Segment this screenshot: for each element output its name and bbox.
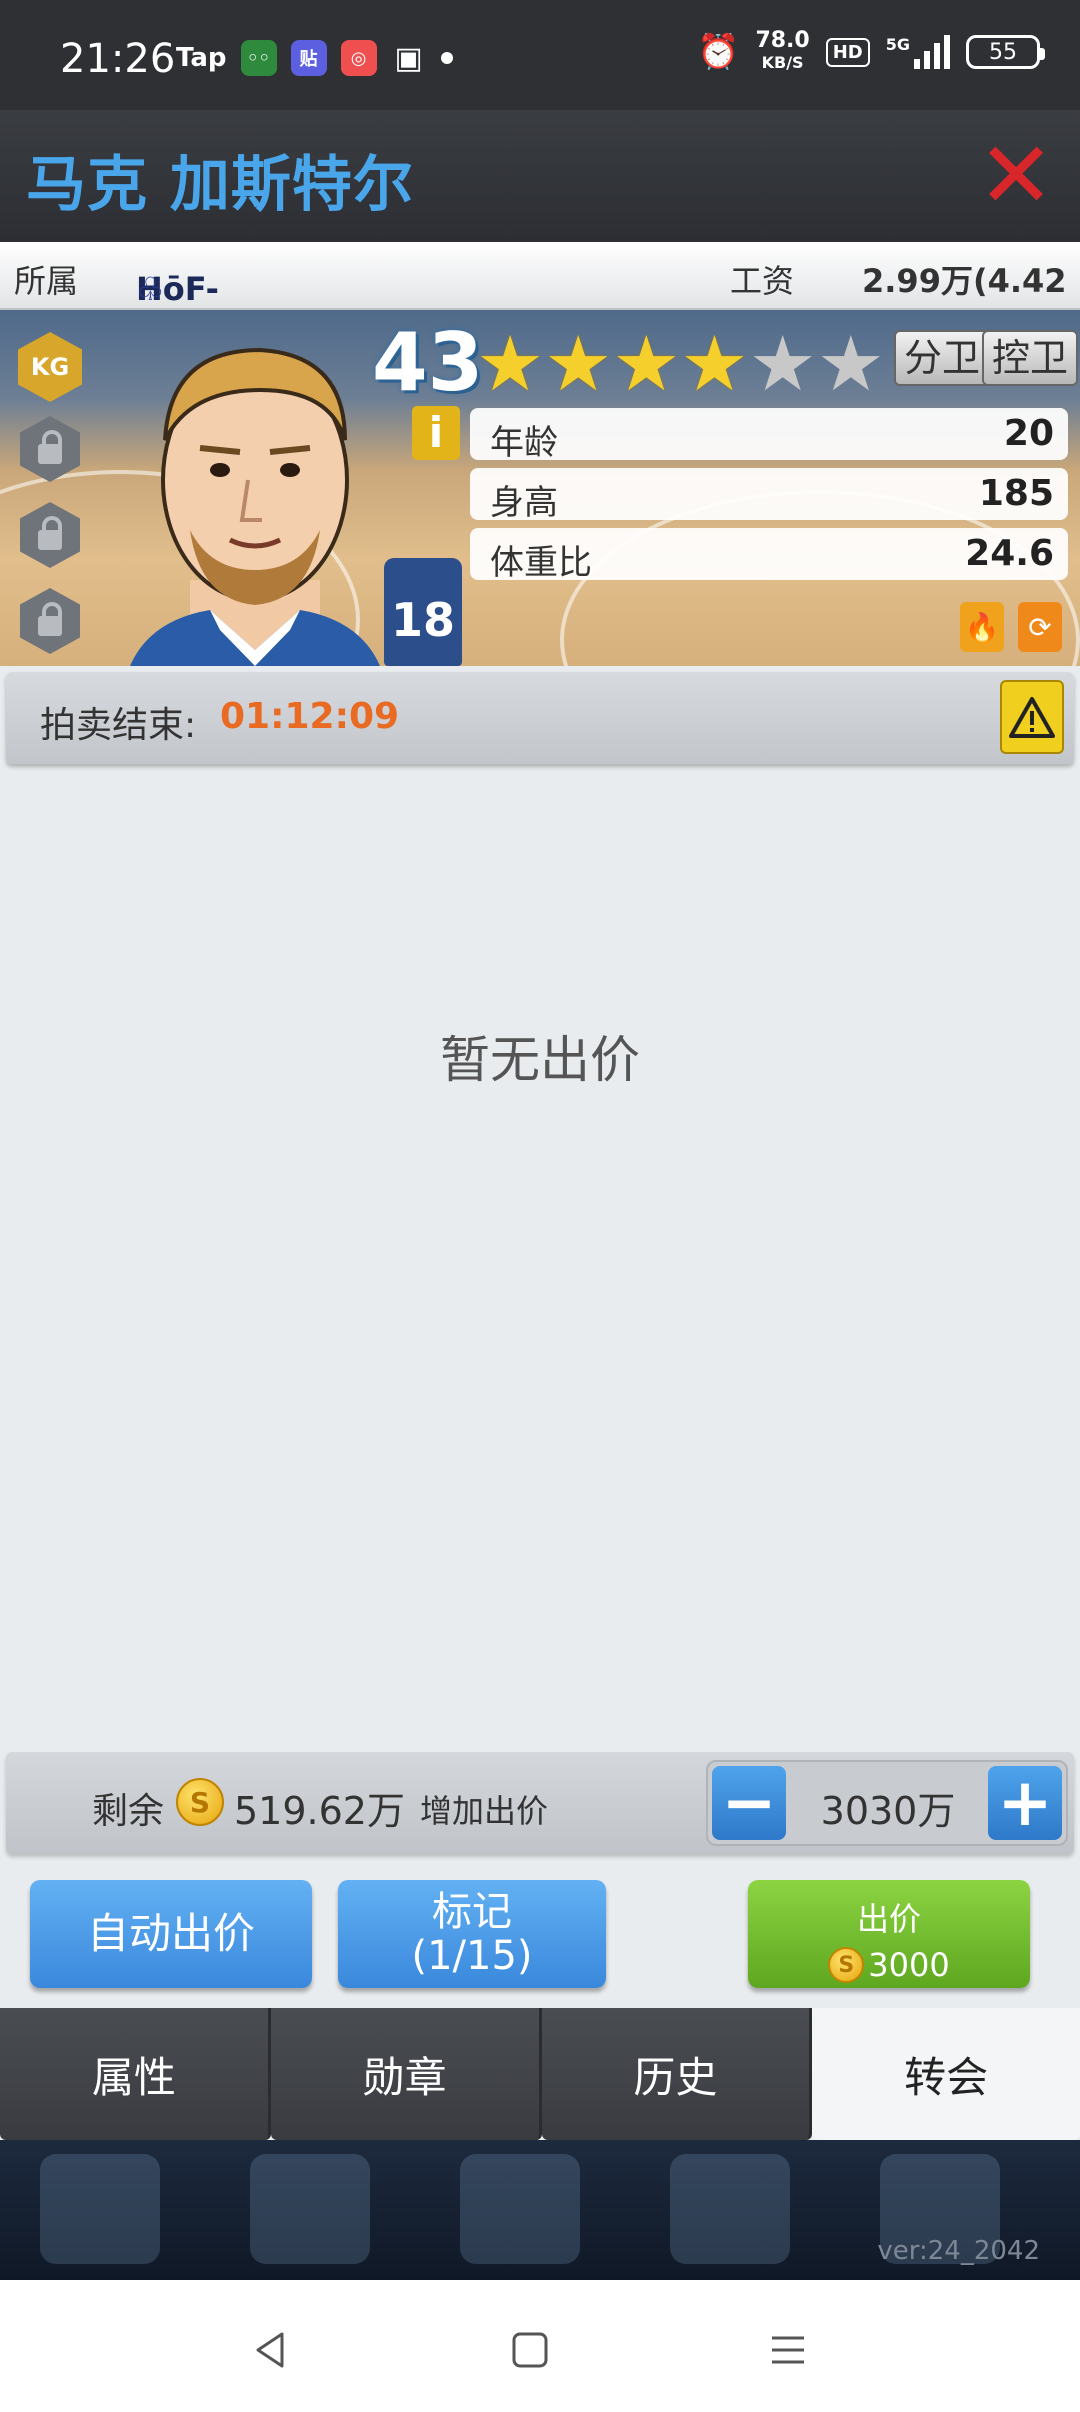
system-navigation-bar <box>0 2280 1080 2412</box>
club-icon: ♧ <box>136 270 165 308</box>
refresh-icon[interactable]: ⟳ <box>1018 602 1062 652</box>
bid-cost: S 3000 <box>748 1946 1030 1984</box>
menu-icon <box>772 2336 804 2364</box>
network-speed-value: 78.0 <box>755 28 810 53</box>
stat-value: 20 <box>1003 413 1054 454</box>
position-badge-sg: 分卫 <box>894 330 991 386</box>
battery-icon: 55 <box>966 35 1045 69</box>
tab-history[interactable]: 历史 <box>541 2008 813 2140</box>
bid-control-row: 剩余 S 519.62万 增加出价 − 3030万 + <box>6 1752 1074 1854</box>
warning-icon <box>1009 697 1055 738</box>
alarm-icon: ⏰ <box>697 32 740 72</box>
jersey-number: 18 <box>384 558 462 666</box>
close-button[interactable]: ✕ <box>976 130 1056 222</box>
back-button[interactable] <box>242 2320 302 2380</box>
star-filled-icon: ★ <box>680 319 749 408</box>
xiaohongshu-icon: ◎ <box>340 40 377 76</box>
star-filled-icon: ★ <box>612 319 681 408</box>
mark-label: 标记 <box>432 1889 512 1935</box>
signal-bars <box>914 35 950 69</box>
star-filled-icon: ★ <box>544 319 613 408</box>
player-tabs: 属性 勋章 历史 转会 <box>0 2008 1080 2140</box>
home-button[interactable] <box>500 2320 560 2380</box>
nav-ghost-icon <box>250 2154 370 2264</box>
coin-icon: S <box>176 1778 224 1826</box>
bid-label: 出价 <box>856 1900 921 1938</box>
increase-bid-button[interactable]: + <box>988 1766 1062 1840</box>
game-bottom-nav: ver:24_2042 <box>0 2140 1080 2280</box>
status-bar: 21:26 Tap ◦◦ 贴 ◎ ▣ ⏰ 78.0 KB/S HD 5G 55 <box>0 0 1080 110</box>
nav-ghost-icon <box>460 2154 580 2264</box>
signal-type: 5G <box>885 35 910 54</box>
stat-label: 身高 <box>490 483 558 523</box>
affiliation-label: 所属 <box>14 262 79 300</box>
hd-icon: HD <box>825 37 870 67</box>
tap-app-icon: Tap <box>176 43 227 73</box>
bid-amount-value: 3030万 <box>820 1789 956 1833</box>
mark-button[interactable]: 标记 (1/15) <box>338 1880 606 1988</box>
signal-icon: 5G <box>886 35 950 69</box>
remaining-funds-label: 剩余 <box>92 1791 165 1832</box>
tab-medals[interactable]: 勋章 <box>270 2008 542 2140</box>
system-status-icons: ⏰ 78.0 KB/S HD 5G 55 <box>697 30 1045 74</box>
auction-bar: 拍卖结束: 01:12:09 <box>6 672 1074 764</box>
tab-transfer[interactable]: 转会 <box>812 2008 1080 2140</box>
stat-row-height: 身高 185 <box>470 468 1068 523</box>
stat-value: 24.6 <box>965 533 1054 574</box>
position-badge-pg: 控卫 <box>982 330 1079 386</box>
star-empty-icon: ★ <box>748 319 817 408</box>
stat-row-age: 年龄 20 <box>470 408 1068 463</box>
star-rating: ★ ★ ★ ★ ★ ★ <box>476 326 885 402</box>
remaining-funds-value: 519.62万 <box>234 1789 405 1833</box>
fire-icon[interactable]: 🔥 <box>960 602 1004 652</box>
badge-label: KG <box>30 353 70 381</box>
player-avatar <box>130 347 380 666</box>
title-bar: 马克 加斯特尔 ✕ <box>0 110 1080 242</box>
recents-button[interactable] <box>758 2320 818 2380</box>
close-icon: ✕ <box>977 122 1055 229</box>
auction-end-label: 拍卖结束: <box>40 705 197 746</box>
wechat-pay-icon: ◦◦ <box>240 40 277 76</box>
coin-icon: S <box>828 1947 865 1983</box>
player-info-button[interactable]: i <box>412 406 460 460</box>
report-warning-button[interactable] <box>1000 680 1064 754</box>
place-bid-button[interactable]: 出价 S 3000 <box>748 1880 1030 1988</box>
tab-attributes[interactable]: 属性 <box>0 2008 271 2140</box>
no-bids-message: 暂无出价 <box>440 1031 640 1089</box>
notification-icons: Tap ◦◦ 贴 ◎ ▣ <box>176 40 453 76</box>
mark-count: (1/15) <box>411 1933 533 1979</box>
bid-amount-stepper: − 3030万 + <box>706 1760 1068 1846</box>
more-notifications-dot <box>440 52 453 64</box>
network-speed: 78.0 KB/S <box>755 30 809 74</box>
version-label: ver:24_2042 <box>877 2236 1040 2266</box>
bilibili-icon: ▣ <box>394 40 423 76</box>
stat-value: 185 <box>978 473 1054 514</box>
home-icon <box>512 2332 548 2368</box>
decrease-bid-button[interactable]: − <box>712 1766 786 1840</box>
auto-bid-button[interactable]: 自动出价 <box>30 1880 312 1988</box>
network-speed-unit: KB/S <box>761 53 804 72</box>
status-time: 21:26 <box>60 36 176 82</box>
player-rating: 43 <box>372 316 484 409</box>
star-empty-icon: ★ <box>816 319 885 408</box>
player-name-title: 马克 加斯特尔 <box>26 150 414 220</box>
star-filled-icon: ★ <box>476 319 545 408</box>
stat-label: 年龄 <box>490 423 558 463</box>
stat-label: 体重比 <box>490 543 592 583</box>
nav-ghost-icon <box>670 2154 790 2264</box>
stat-row-weight-ratio: 体重比 24.6 <box>470 528 1068 583</box>
salary-label: 工资 <box>730 262 795 300</box>
player-info-row: 所属 HōF-Bob♧ 工资 2.99万(4.42万) <box>0 242 1080 346</box>
nav-ghost-icon <box>40 2154 160 2264</box>
tieba-icon: 贴 <box>290 40 327 76</box>
back-icon <box>256 2332 284 2368</box>
bid-cost-value: 3000 <box>868 1946 950 1984</box>
raise-bid-label: 增加出价 <box>420 1792 549 1830</box>
auction-countdown: 01:12:09 <box>220 696 400 737</box>
badge-kg-icon[interactable]: KG <box>18 332 82 402</box>
player-card: KG 43 ★ ★ ★ ★ ★ ★ 分卫 控卫 i 年龄 20 身高 185 体… <box>0 310 1080 666</box>
